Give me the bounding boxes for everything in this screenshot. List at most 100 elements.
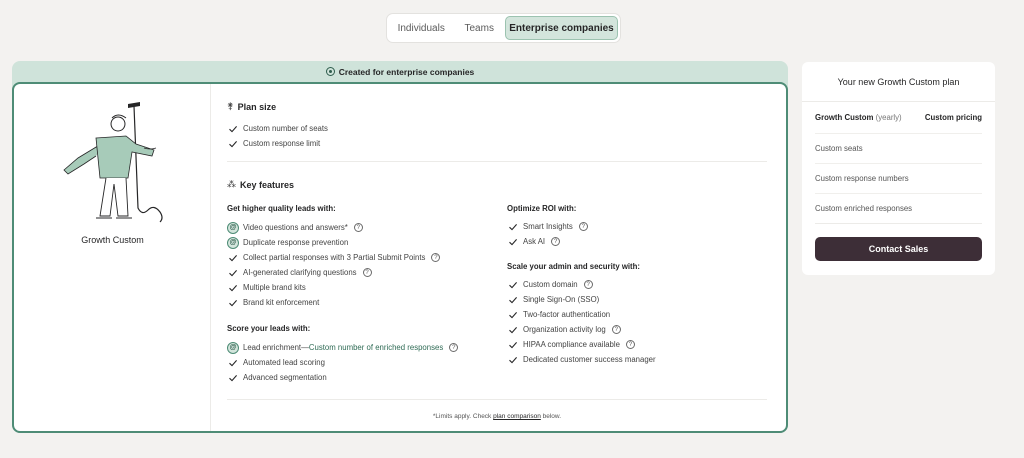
ai-sparkle-icon: @	[227, 341, 239, 354]
item-label: Custom domain	[523, 280, 578, 289]
panel-title: Your new Growth Custom plan	[802, 62, 995, 102]
check-icon	[227, 297, 239, 309]
help-icon[interactable]: ?	[353, 223, 363, 232]
check-icon	[507, 279, 519, 291]
nodes-icon: ⁂	[227, 179, 236, 189]
list-item: @ Video questions and answers* ?	[227, 220, 440, 235]
item-label: Collect partial responses with 3 Partial…	[243, 253, 426, 262]
key-features-heading: ⁂ Key features	[227, 179, 294, 190]
check-icon	[227, 138, 239, 150]
admin-feature-list: Custom domain ? Single Sign-On (SSO) Two…	[507, 277, 656, 367]
plan-pricing-row: Growth Custom (yearly) Custom pricing	[815, 102, 982, 134]
list-item: Custom number of seats	[227, 121, 328, 136]
plan-summary-panel: Your new Growth Custom plan Growth Custo…	[802, 62, 995, 275]
plan-comparison-link[interactable]: plan comparison	[493, 413, 541, 420]
ai-sparkle-icon: @	[227, 236, 239, 249]
item-label: Multiple brand kits	[243, 283, 306, 292]
list-item: Dedicated customer success manager	[507, 352, 656, 367]
tab-enterprise-companies[interactable]: Enterprise companies	[504, 16, 618, 40]
item-label: Advanced segmentation	[243, 373, 327, 382]
item-label: Custom response limit	[243, 139, 321, 148]
section-divider	[227, 161, 767, 162]
check-icon	[507, 324, 519, 336]
leads-feature-list: @ Video questions and answers* ? @ Dupli…	[227, 220, 441, 310]
key-features-title: Key features	[240, 179, 295, 190]
ai-sparkle-icon: @	[227, 221, 239, 234]
item-label: Duplicate response prevention	[243, 238, 349, 247]
banner-header: Created for enterprise companies	[12, 61, 788, 82]
list-item: Smart Insights ?	[507, 219, 588, 234]
help-icon[interactable]: ?	[611, 325, 621, 334]
enterprise-plan-card: Created for enterprise companies Growth …	[12, 61, 788, 433]
panel-row-responses: Custom response numbers	[815, 164, 982, 194]
check-icon	[227, 123, 239, 135]
check-icon	[507, 294, 519, 306]
list-item: Two-factor authentication	[507, 307, 656, 322]
plan-size-title: Plan size	[237, 101, 277, 112]
panel-row-seats: Custom seats	[815, 134, 982, 164]
list-item: Ask AI ?	[507, 234, 588, 249]
check-icon	[507, 354, 519, 366]
check-icon	[227, 372, 239, 384]
score-feature-list: @ Lead enrichment—Custom number of enric…	[227, 340, 459, 385]
help-icon[interactable]: ?	[583, 280, 593, 289]
item-label: Single Sign-On (SSO)	[523, 295, 600, 304]
check-icon	[227, 267, 239, 279]
item-label: Ask AI	[523, 237, 546, 246]
item-label: Custom number of seats	[243, 124, 328, 133]
help-icon[interactable]: ?	[362, 268, 372, 277]
roi-feature-list: Smart Insights ? Ask AI ?	[507, 219, 588, 249]
group-title-roi: Optimize ROI with:	[507, 204, 577, 213]
check-icon	[227, 357, 239, 369]
check-icon	[227, 282, 239, 294]
contact-sales-button[interactable]: Contact Sales	[815, 237, 982, 261]
item-label: Organization activity log	[523, 325, 606, 334]
help-icon[interactable]: ?	[449, 343, 459, 352]
enriched-responses-link[interactable]: Custom number of enriched responses	[309, 343, 443, 352]
plan-size-heading: ⚵ Plan size	[227, 101, 276, 112]
list-item: Single Sign-On (SSO)	[507, 292, 656, 307]
help-icon[interactable]: ?	[431, 253, 441, 262]
list-item: AI-generated clarifying questions ?	[227, 265, 440, 280]
plan-price: Custom pricing	[924, 113, 982, 122]
panel-row-enriched: Custom enriched responses	[815, 194, 982, 224]
help-icon[interactable]: ?	[578, 222, 588, 231]
check-icon	[507, 221, 519, 233]
list-item: Advanced segmentation	[227, 370, 458, 385]
item-label: Lead enrichment—Custom number of enriche…	[243, 343, 444, 352]
group-title-admin: Scale your admin and security with:	[507, 262, 641, 271]
help-icon[interactable]: ?	[551, 237, 561, 246]
ai-sparkle-icon	[325, 67, 335, 76]
limits-footnote: *Limits apply. Check plan comparison bel…	[432, 413, 562, 420]
item-label: HIPAA compliance available	[523, 340, 620, 349]
item-label: Brand kit enforcement	[243, 298, 320, 307]
item-label: Automated lead scoring	[243, 358, 325, 367]
help-icon[interactable]: ?	[625, 340, 635, 349]
plan-card-body: Growth Custom ⚵ Plan size Custom number …	[12, 82, 788, 433]
list-item: @ Lead enrichment—Custom number of enric…	[227, 340, 459, 355]
item-label: AI-generated clarifying questions	[243, 268, 357, 277]
item-label: Smart Insights	[523, 222, 573, 231]
item-label: Dedicated customer success manager	[523, 355, 656, 364]
group-title-score: Score your leads with:	[227, 324, 311, 333]
item-label: Two-factor authentication	[523, 310, 611, 319]
plan-audience-tabs: Individuals Teams Enterprise companies	[386, 13, 621, 43]
list-item: Custom domain ?	[507, 277, 656, 292]
group-title-leads: Get higher quality leads with:	[227, 204, 336, 213]
check-icon	[507, 339, 519, 351]
check-icon	[227, 252, 239, 264]
list-item: @ Duplicate response prevention	[227, 235, 440, 250]
tab-individuals[interactable]: Individuals	[389, 16, 453, 40]
plan-name: Growth Custom	[81, 235, 144, 245]
plan-illustration-column: Growth Custom	[14, 84, 211, 431]
plan-label: Growth Custom (yearly)	[815, 113, 902, 122]
tag-icon: ⚵	[227, 101, 234, 111]
list-item: Brand kit enforcement	[227, 295, 440, 310]
list-item: Custom response limit	[227, 136, 328, 151]
tab-teams[interactable]: Teams	[453, 16, 505, 40]
list-item: Collect partial responses with 3 Partial…	[227, 250, 441, 265]
check-icon	[507, 309, 519, 321]
plan-size-list: Custom number of seats Custom response l…	[227, 121, 328, 151]
section-divider	[227, 399, 767, 400]
person-holding-pole-illustration	[63, 102, 163, 223]
